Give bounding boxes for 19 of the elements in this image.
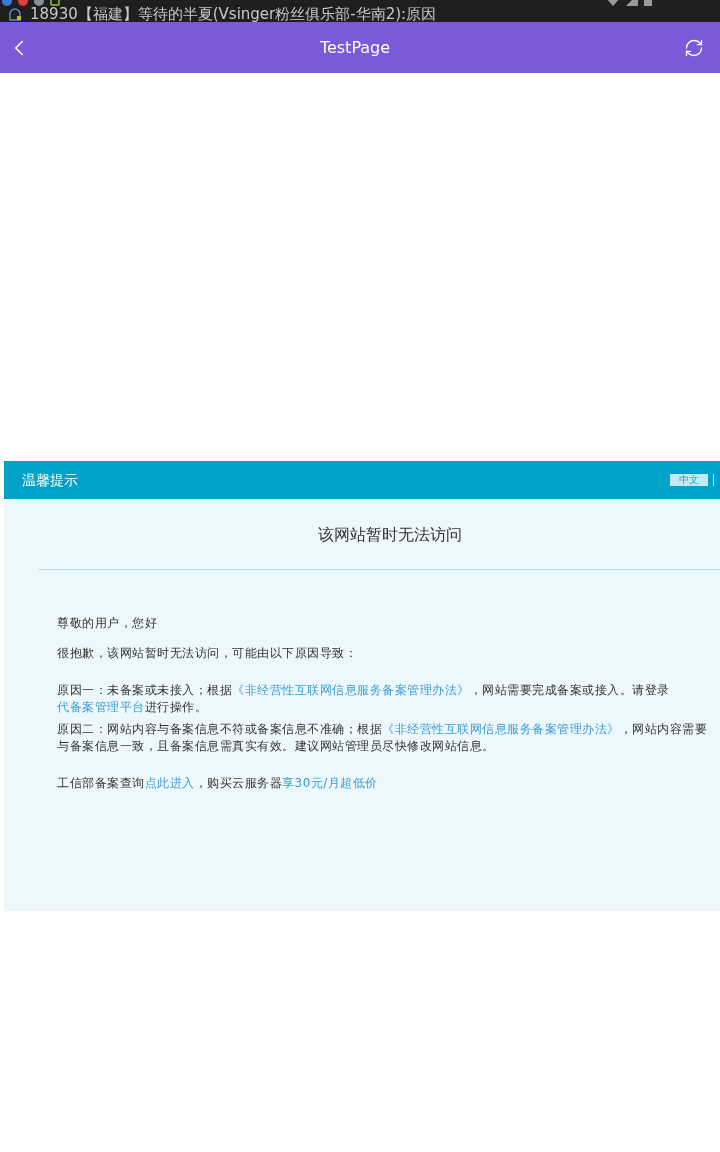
notice-paragraph: 原因一：未备案或未接入；根据《非经营性互联网信息服务备案管理办法》，网站需要完成备案或接入。请登录 代备案管理平台进行操作。 <box>57 682 671 716</box>
language-button[interactable]: 中文 <box>670 474 708 486</box>
notice-paragraph: 尊敬的用户，您好 <box>57 615 158 632</box>
text-link[interactable]: 点此进入 <box>144 776 195 790</box>
notice-paragraph: 工信部备案查询 点此进入，购买云服务器享30元/月超低价 <box>57 775 379 792</box>
refresh-icon <box>684 37 704 58</box>
notification-ticker: 18930【福建】等待的半夏(Vsinger粉丝俱乐部-华南2):原因 <box>30 6 437 22</box>
text-link[interactable]: 《非经营性互联网信息服务备案管理办法》 <box>232 683 470 697</box>
notice-heading: 该网站暂时无法访问 <box>317 524 463 545</box>
notice-title: 温馨提示 <box>22 471 78 489</box>
signal-icon <box>626 0 638 6</box>
notice-paragraph: 很抱歉，该网站暂时无法访问，可能由以下原因导致： <box>57 645 358 662</box>
text-link[interactable]: 享30元/月超低价 <box>282 776 378 790</box>
text-link[interactable]: 代备案管理平台 <box>57 700 145 714</box>
battery-icon <box>644 0 652 6</box>
notice-paragraph: 原因二：网站内容与备案信息不符或备案信息不准确；根据《非经营性互联网信息服务备案管理办法》，网站内容需要与备案信息一致，且备案信息需真实有效。建议网站管理员尽快修改网站信息。 <box>57 721 708 755</box>
wifi-icon <box>606 0 620 6</box>
page-title: TestPage <box>319 37 391 58</box>
text-link[interactable]: 《非经营性互联网信息服务备案管理办法》 <box>382 722 620 736</box>
